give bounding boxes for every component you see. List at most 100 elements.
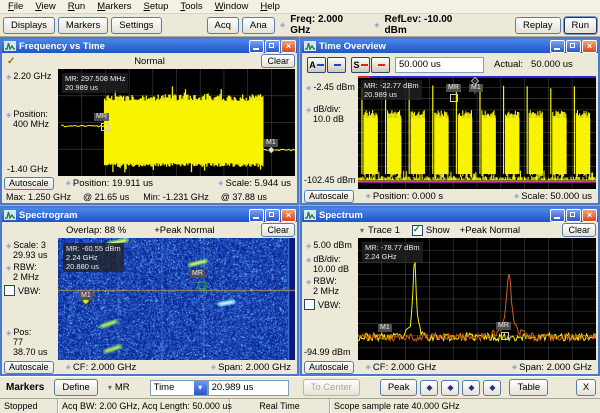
trace-selector-label[interactable]: Trace 1: [368, 225, 400, 236]
rbw-label: RBW:: [313, 276, 336, 286]
menu-window[interactable]: Window: [209, 1, 255, 12]
replay-button[interactable]: Replay: [515, 17, 561, 34]
spinner-icon[interactable]: [218, 180, 223, 187]
marker-peak-left-button[interactable]: ◆: [420, 380, 438, 396]
spinner-icon[interactable]: [306, 85, 311, 92]
vbw-checkbox[interactable]: [304, 299, 315, 310]
marker-label-m1[interactable]: M1: [378, 324, 392, 332]
spinner-icon[interactable]: [306, 279, 311, 286]
menu-help[interactable]: Help: [254, 1, 286, 12]
time-overview-titlebar[interactable]: Time Overview: [302, 39, 598, 53]
scale-readout: Scale: 50.000 us: [521, 191, 592, 202]
chevron-down-icon[interactable]: [108, 383, 112, 392]
close-markers-bar-button[interactable]: X: [576, 379, 596, 396]
display-icon: [4, 210, 16, 220]
spectrum-plot[interactable]: MR: -78.77 dBm2.24 GHz M1 MR: [358, 238, 596, 360]
spinner-icon[interactable]: [6, 265, 11, 272]
show-checkbox[interactable]: [412, 225, 423, 236]
spinner-icon[interactable]: [366, 193, 371, 200]
time-overview-plot[interactable]: MR: -22.77 dBm20.989 us MR M1: [358, 76, 596, 189]
chevron-down-icon[interactable]: [194, 381, 207, 395]
peak-search-button[interactable]: Peak: [380, 379, 418, 396]
menu-file[interactable]: File: [2, 1, 29, 12]
to-center-button[interactable]: To Center: [303, 379, 360, 396]
menu-view[interactable]: View: [29, 1, 61, 12]
run-button[interactable]: Run: [564, 17, 597, 34]
spinner-icon[interactable]: [366, 364, 371, 371]
close-icon[interactable]: [582, 209, 597, 222]
define-markers-button[interactable]: Define: [54, 379, 97, 396]
analysis-length-button[interactable]: [327, 57, 346, 73]
close-icon[interactable]: [281, 40, 296, 53]
spinner-icon[interactable]: [6, 330, 11, 337]
acq-button[interactable]: Acq: [207, 17, 239, 34]
frequency-vs-time-titlebar[interactable]: Frequency vs Time: [2, 39, 297, 53]
chevron-down-icon[interactable]: [360, 226, 364, 235]
settings-button[interactable]: Settings: [111, 17, 161, 34]
spinner-icon[interactable]: [514, 193, 519, 200]
marker-label-mr[interactable]: MR: [496, 322, 511, 330]
trace-mode-label: Normal: [2, 56, 297, 67]
spinner-icon[interactable]: [6, 112, 11, 119]
frequency-vs-time-plot[interactable]: MR: 297.508 MHz20.989 us MR M1: [58, 69, 295, 176]
menu-setup[interactable]: Setup: [138, 1, 175, 12]
selected-marker-label[interactable]: MR: [115, 382, 130, 393]
markers-button[interactable]: Markers: [58, 17, 108, 34]
maximize-button[interactable]: [265, 40, 280, 53]
marker-position-input[interactable]: [208, 380, 289, 396]
marker-label-m1[interactable]: M1: [264, 139, 278, 147]
menu-run[interactable]: Run: [62, 1, 91, 12]
spinner-icon[interactable]: [306, 243, 311, 250]
marker-domain-select[interactable]: Time: [150, 380, 208, 396]
spinner-icon[interactable]: [280, 22, 285, 29]
displays-button[interactable]: Displays: [3, 17, 55, 34]
marker-label-mr[interactable]: MR: [94, 113, 109, 121]
analysis-time-auto-button[interactable]: A: [307, 57, 326, 73]
minimize-button[interactable]: [249, 209, 264, 222]
marker-table-button[interactable]: Table: [509, 379, 548, 396]
spinner-icon[interactable]: [6, 74, 11, 81]
spinner-icon[interactable]: [66, 180, 71, 187]
vbw-checkbox[interactable]: [4, 285, 15, 296]
spectrogram-titlebar[interactable]: Spectrogram: [2, 208, 297, 222]
maximize-button[interactable]: [566, 209, 581, 222]
marker-label-m1[interactable]: M1: [469, 84, 483, 92]
spinner-icon[interactable]: [512, 364, 517, 371]
marker-peak-higher-button[interactable]: ◆: [462, 380, 480, 396]
minimize-button[interactable]: [249, 40, 264, 53]
panel-spectrogram: Spectrogram Overlap: 88 % +Peak Normal C…: [0, 206, 299, 376]
spectrum-time-button[interactable]: S: [351, 57, 370, 73]
y-axis-bottom-label: -102.45 dBm: [304, 175, 358, 185]
menu-markers[interactable]: Markers: [91, 1, 137, 12]
autoscale-button[interactable]: Autoscale: [4, 177, 54, 190]
spectrum-length-button[interactable]: [371, 57, 390, 73]
maximize-button[interactable]: [566, 40, 581, 53]
marker-label-mr[interactable]: MR: [446, 84, 461, 92]
minimize-button[interactable]: [550, 209, 565, 222]
spinner-icon[interactable]: [374, 22, 379, 29]
marker-label-mr[interactable]: MR: [190, 270, 205, 278]
spinner-icon[interactable]: [306, 257, 311, 264]
spinner-icon[interactable]: [6, 243, 11, 250]
menu-tools[interactable]: Tools: [174, 1, 208, 12]
analysis-length-input[interactable]: [395, 57, 484, 73]
clear-button[interactable]: Clear: [261, 223, 295, 237]
spinner-icon[interactable]: [211, 364, 216, 371]
clear-button[interactable]: Clear: [562, 223, 596, 237]
autoscale-button[interactable]: Autoscale: [304, 190, 354, 203]
marker-peak-right-button[interactable]: ◆: [483, 380, 501, 396]
spectrum-titlebar[interactable]: Spectrum: [302, 208, 598, 222]
marker-label-m1[interactable]: M1: [79, 292, 93, 300]
spectrogram-plot[interactable]: MR: -60.55 dBm2.24 GHz20.880 us MR M1: [58, 238, 295, 360]
autoscale-button[interactable]: Autoscale: [304, 361, 354, 374]
autoscale-button[interactable]: Autoscale: [4, 361, 54, 374]
close-icon[interactable]: [281, 209, 296, 222]
spinner-icon[interactable]: [66, 364, 71, 371]
marker-peak-lower-button[interactable]: ◆: [441, 380, 459, 396]
spinner-icon[interactable]: [306, 107, 311, 114]
clear-button[interactable]: Clear: [261, 54, 295, 68]
close-icon[interactable]: [582, 40, 597, 53]
minimize-button[interactable]: [550, 40, 565, 53]
maximize-button[interactable]: [265, 209, 280, 222]
ana-button[interactable]: Ana: [242, 17, 275, 34]
